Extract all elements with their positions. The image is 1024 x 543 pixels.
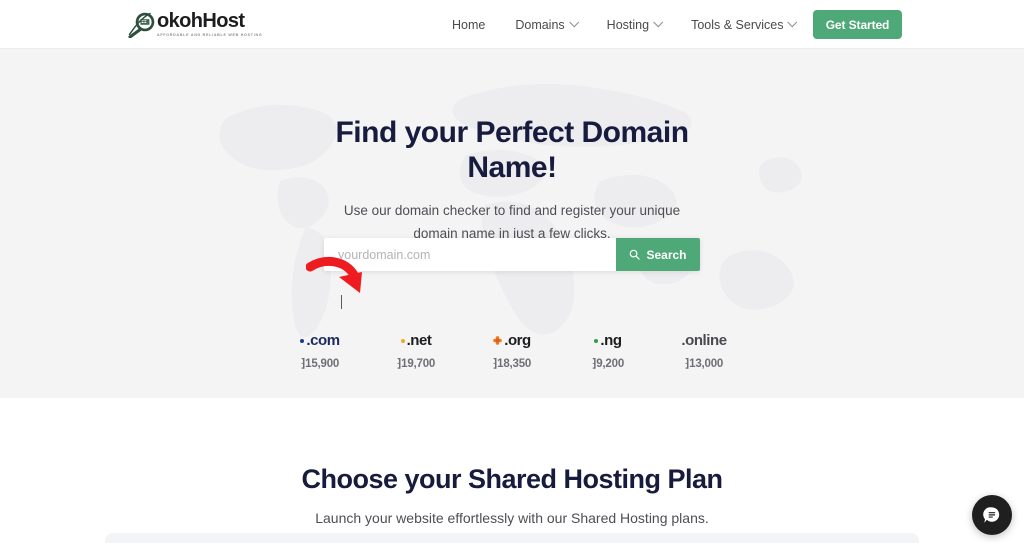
plan-cards-top-edge — [105, 533, 919, 543]
hero-title: Find your Perfect Domain Name! — [335, 116, 689, 184]
tld-price: ⁆19,700 — [396, 358, 436, 370]
tld-item-online[interactable]: .online ⁆13,000 — [669, 332, 739, 370]
tld-label: .com — [306, 332, 340, 349]
tld-price: ⁆13,000 — [684, 358, 724, 370]
nav-item-home[interactable]: Home — [452, 18, 500, 32]
shared-hosting-section: Choose your Shared Hosting Plan Launch y… — [0, 398, 1024, 543]
nav-label: Tools & Services — [691, 17, 784, 32]
logo-name: okohHost — [157, 10, 245, 32]
tld-dot-icon — [400, 338, 405, 343]
page-root: okohHost AFFORDABLE AND RELIABLE WEB HOS… — [0, 0, 1024, 543]
hero-section: Find your Perfect Domain Name! Use our d… — [0, 49, 1024, 398]
section-subtitle: Launch your website effortlessly with ou… — [315, 510, 709, 526]
chevron-down-icon — [653, 17, 664, 28]
chat-bubble-icon — [983, 507, 1000, 523]
tld-dot-icon — [594, 338, 599, 343]
tld-price: ⁆15,900 — [300, 358, 340, 370]
nav-item-domains[interactable]: Domains — [500, 17, 591, 32]
text-cursor — [341, 295, 342, 309]
nav-item-hosting[interactable]: Hosting — [592, 17, 676, 32]
chevron-down-icon — [787, 17, 798, 28]
search-button-label: Search — [646, 247, 687, 262]
tld-label: .ng — [600, 332, 622, 349]
org-clover-icon — [493, 336, 503, 345]
nav-label: Domains — [515, 17, 565, 32]
domain-search-bar: Search — [324, 238, 700, 271]
magnifier-icon — [630, 249, 641, 260]
get-started-button[interactable]: Get Started — [813, 10, 902, 39]
magnifier-globe-logo-icon — [128, 11, 158, 39]
tld-label: .org — [504, 332, 531, 349]
tld-dot-icon — [300, 338, 305, 343]
tld-price: ⁆9,200 — [591, 358, 625, 370]
section-title: Choose your Shared Hosting Plan — [301, 464, 723, 494]
logo-tagline: AFFORDABLE AND RELIABLE WEB HOSTING — [157, 33, 263, 37]
tld-price-list: .com ⁆15,900 .net ⁆19,700 .org ⁆18,350 .… — [0, 332, 1024, 370]
nav-label: Home — [452, 17, 486, 32]
tld-price: ⁆18,350 — [492, 358, 532, 370]
nav-item-tools-and-services[interactable]: Tools & Services — [676, 17, 810, 32]
chevron-down-icon — [568, 17, 579, 28]
tld-item-ng[interactable]: .ng ⁆9,200 — [573, 332, 643, 370]
site-header: okohHost AFFORDABLE AND RELIABLE WEB HOS… — [0, 0, 1024, 49]
search-input[interactable] — [324, 238, 616, 271]
tld-label: .online — [681, 332, 727, 349]
search-button[interactable]: Search — [616, 238, 700, 271]
tld-item-net[interactable]: .net ⁆19,700 — [381, 332, 451, 370]
tld-item-org[interactable]: .org ⁆18,350 — [477, 332, 547, 370]
nav-label: Hosting — [606, 17, 650, 32]
tld-item-com[interactable]: .com ⁆15,900 — [285, 332, 355, 370]
chat-widget-button[interactable] — [972, 495, 1012, 535]
site-logo[interactable]: okohHost AFFORDABLE AND RELIABLE WEB HOS… — [128, 10, 263, 39]
tld-label: .net — [406, 332, 432, 349]
